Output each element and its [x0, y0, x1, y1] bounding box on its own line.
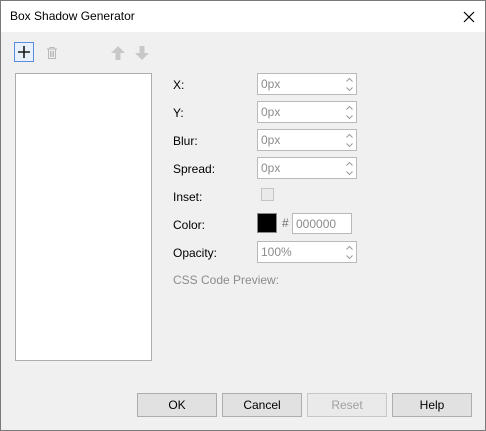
- x-value[interactable]: 0px: [261, 77, 280, 91]
- move-down-button[interactable]: [132, 43, 152, 63]
- blur-decrement[interactable]: [345, 140, 354, 149]
- inset-checkbox[interactable]: [261, 188, 274, 201]
- chevron-down-icon: [346, 254, 353, 259]
- x-label: X:: [173, 78, 185, 92]
- box-shadow-generator-dialog: Box Shadow Generator X: 0px Y: 0px Blur:…: [0, 0, 486, 431]
- move-up-button[interactable]: [108, 43, 128, 63]
- blur-increment[interactable]: [345, 131, 354, 140]
- chevron-up-icon: [346, 161, 353, 166]
- arrow-down-icon: [135, 46, 149, 60]
- blur-value[interactable]: 0px: [261, 133, 280, 147]
- y-increment[interactable]: [345, 103, 354, 112]
- chevron-down-icon: [346, 170, 353, 175]
- x-spinner[interactable]: 0px: [257, 73, 357, 95]
- inset-label: Inset:: [173, 190, 203, 204]
- title-bar: Box Shadow Generator: [1, 1, 485, 32]
- add-shadow-button[interactable]: [14, 42, 34, 62]
- chevron-down-icon: [346, 114, 353, 119]
- opacity-label: Opacity:: [173, 246, 218, 260]
- delete-shadow-button[interactable]: [42, 43, 62, 63]
- spread-label: Spread:: [173, 162, 216, 176]
- color-swatch[interactable]: [257, 213, 277, 233]
- blur-label: Blur:: [173, 134, 198, 148]
- cancel-button[interactable]: Cancel: [222, 393, 302, 417]
- y-label: Y:: [173, 106, 184, 120]
- hex-prefix: #: [282, 216, 289, 230]
- chevron-up-icon: [346, 105, 353, 110]
- ok-button[interactable]: OK: [137, 393, 217, 417]
- opacity-value[interactable]: 100%: [261, 245, 292, 259]
- chevron-down-icon: [346, 86, 353, 91]
- spread-spinner[interactable]: 0px: [257, 157, 357, 179]
- arrow-up-icon: [111, 46, 125, 60]
- help-button[interactable]: Help: [392, 393, 472, 417]
- x-decrement[interactable]: [345, 84, 354, 93]
- opacity-increment[interactable]: [345, 243, 354, 252]
- x-increment[interactable]: [345, 75, 354, 84]
- trash-icon: [47, 47, 57, 59]
- window-title: Box Shadow Generator: [10, 9, 135, 23]
- color-label: Color:: [173, 218, 206, 232]
- ok-button-label: OK: [168, 398, 186, 412]
- help-button-label: Help: [419, 398, 445, 412]
- chevron-up-icon: [346, 245, 353, 250]
- spread-value[interactable]: 0px: [261, 161, 280, 175]
- opacity-decrement[interactable]: [345, 252, 354, 261]
- close-icon: [463, 11, 475, 22]
- chevron-up-icon: [346, 77, 353, 82]
- add-icon: [18, 46, 30, 58]
- blur-spinner[interactable]: 0px: [257, 129, 357, 151]
- cancel-button-label: Cancel: [243, 398, 281, 412]
- spread-increment[interactable]: [345, 159, 354, 168]
- y-spinner[interactable]: 0px: [257, 101, 357, 123]
- reset-button-label: Reset: [331, 398, 363, 412]
- css-code-preview-label: CSS Code Preview:: [173, 273, 280, 287]
- color-hex-input[interactable]: 000000: [292, 213, 352, 234]
- close-button[interactable]: [453, 1, 485, 32]
- chevron-down-icon: [346, 142, 353, 147]
- reset-button[interactable]: Reset: [307, 393, 387, 417]
- y-value[interactable]: 0px: [261, 105, 280, 119]
- opacity-spinner[interactable]: 100%: [257, 241, 357, 263]
- color-hex-value[interactable]: 000000: [296, 217, 336, 231]
- chevron-up-icon: [346, 133, 353, 138]
- spread-decrement[interactable]: [345, 168, 354, 177]
- shadow-list[interactable]: [15, 73, 152, 361]
- y-decrement[interactable]: [345, 112, 354, 121]
